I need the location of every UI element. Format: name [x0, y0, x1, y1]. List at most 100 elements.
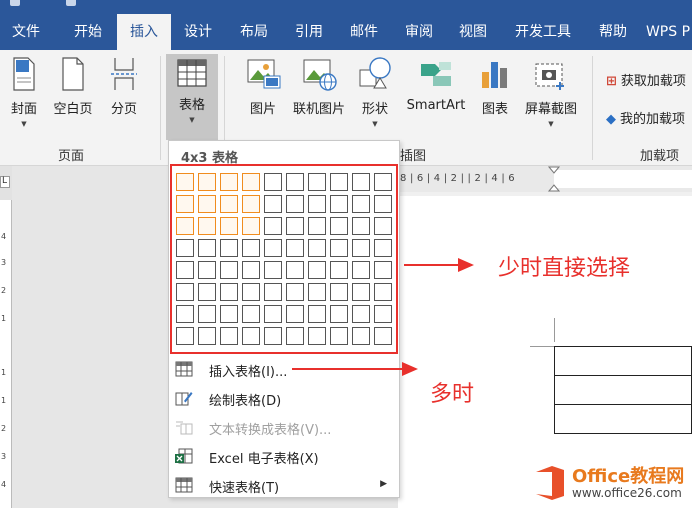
tab-review[interactable]: 审阅	[393, 14, 445, 50]
ribbon-tabs: 文件 开始 插入 设计 布局 引用 邮件 审阅 视图 开发工具 帮助 WPS P	[0, 14, 692, 50]
tab-layout[interactable]: 布局	[228, 14, 280, 50]
tab-help[interactable]: 帮助	[589, 14, 637, 50]
blank-page-icon	[62, 57, 84, 91]
online-picture-icon	[303, 59, 337, 91]
tab-selector[interactable]: L	[0, 176, 10, 188]
draw-table-label: 绘制表格(D)	[209, 394, 282, 409]
indent-marker-icon[interactable]	[548, 166, 560, 192]
chevron-down-icon: ▼	[548, 120, 554, 128]
table-cell[interactable]	[554, 346, 692, 376]
tab-design[interactable]: 设计	[172, 14, 224, 50]
annotation-arrow-head	[402, 362, 418, 376]
text-to-table-label: 文本转换成表格(V)...	[209, 423, 332, 438]
draw-table-item[interactable]: 绘制表格(D)	[169, 384, 399, 413]
addin-puzzle-icon: ◆	[606, 112, 616, 127]
picture-icon	[247, 59, 281, 89]
cover-button[interactable]: 封面 ▼	[2, 56, 46, 128]
get-addins-label: 获取加载项	[620, 74, 686, 89]
tab-insert[interactable]: 插入	[117, 14, 171, 50]
table-button[interactable]: 表格 ▼	[166, 54, 218, 140]
tab-mailings[interactable]: 邮件	[338, 14, 390, 50]
quick-tables-item[interactable]: 快速表格(T) ▶	[169, 471, 399, 500]
office-logo-icon	[536, 466, 564, 500]
watermark-url: www.office26.com	[572, 486, 682, 500]
tab-wps[interactable]: WPS P	[644, 14, 692, 50]
redo-icon[interactable]	[66, 0, 76, 6]
title-bar	[0, 0, 692, 14]
quick-tables-label: 快速表格(T)	[209, 481, 280, 496]
table-icon	[177, 59, 207, 87]
group-illustrations-label: 插图	[400, 149, 427, 164]
quick-access-icon[interactable]	[10, 0, 20, 6]
my-addins-button[interactable]: ◆ 我的加载项	[606, 108, 685, 127]
screenshot-icon	[535, 63, 564, 90]
text-to-table-item: 文本转换成表格(V)...	[169, 413, 399, 442]
document-table[interactable]	[554, 346, 692, 434]
tab-references[interactable]: 引用	[283, 14, 335, 50]
smartart-button[interactable]: SmartArt	[400, 56, 472, 113]
excel-sheet-label: Excel 电子表格(X)	[209, 452, 319, 467]
annotation-many: 多时	[430, 382, 475, 407]
grid-highlight-box	[170, 164, 398, 354]
chart-label: 图表	[481, 102, 508, 117]
table-icon	[175, 361, 193, 377]
table-cell[interactable]	[554, 375, 692, 405]
group-addins-label: 加载项	[640, 149, 680, 164]
ribbon-separator	[160, 56, 161, 160]
watermark: Office教程网 www.office26.com	[528, 458, 692, 508]
ribbon-separator	[592, 56, 593, 160]
excel-sheet-item[interactable]: Excel 电子表格(X)	[169, 442, 399, 471]
blank-page-button[interactable]: 空白页	[48, 56, 98, 117]
tab-view[interactable]: 视图	[447, 14, 499, 50]
annotation-arrow	[404, 264, 460, 266]
tab-home[interactable]: 开始	[60, 14, 116, 50]
annotation-arrow-head	[458, 258, 474, 272]
annotation-few: 少时直接选择	[498, 256, 631, 281]
chevron-right-icon: ▶	[380, 479, 387, 489]
shapes-icon	[359, 57, 391, 89]
excel-icon	[175, 448, 193, 464]
ruler-tick-label: 4	[1, 480, 7, 489]
word-window: 文件 开始 插入 设计 布局 引用 邮件 审阅 视图 开发工具 帮助 WPS P…	[0, 0, 692, 508]
ruler-tick-label: 2	[1, 424, 7, 433]
cover-icon	[13, 57, 35, 91]
tab-developer[interactable]: 开发工具	[504, 14, 582, 50]
watermark-name: Office教程网	[572, 466, 685, 487]
page-break-label: 分页	[110, 102, 137, 117]
ruler-text-area	[554, 170, 692, 188]
ruler-ticks: 8 | 6 | 4 | 2 | | 2 | 4 | 6	[400, 173, 515, 184]
pencil-table-icon	[175, 392, 193, 406]
chevron-down-icon: ▼	[189, 116, 195, 124]
screenshot-button[interactable]: 屏幕截图 ▼	[518, 56, 584, 128]
picture-button[interactable]: 图片	[240, 56, 286, 117]
group-pages-label: 页面	[58, 149, 85, 164]
shapes-button[interactable]: 形状 ▼	[354, 56, 396, 128]
table-label: 表格	[178, 98, 205, 113]
page-break-icon	[111, 58, 137, 90]
chevron-down-icon: ▼	[372, 120, 378, 128]
ruler-tick-label: 2	[1, 286, 7, 295]
shapes-label: 形状	[361, 102, 388, 117]
smartart-label: SmartArt	[406, 98, 466, 113]
my-addins-label: 我的加载项	[620, 112, 686, 127]
text-to-table-icon	[176, 421, 193, 435]
ruler-tick-label: 3	[1, 258, 7, 267]
horizontal-ruler: 8 | 6 | 4 | 2 | | 2 | 4 | 6	[398, 166, 692, 192]
ruler-tick-label: 1	[1, 396, 7, 405]
chevron-down-icon: ▼	[21, 120, 27, 128]
page-break-button[interactable]: 分页	[102, 56, 146, 117]
ruler-tick-label: 1	[1, 368, 7, 377]
picture-label: 图片	[249, 102, 276, 117]
ruler-tick-label: 4	[1, 232, 7, 241]
blank-page-label: 空白页	[53, 102, 93, 117]
quick-table-icon	[175, 477, 193, 493]
chart-button[interactable]: 图表	[474, 56, 516, 117]
table-cell[interactable]	[554, 404, 692, 434]
ruler-tick-label: 1	[1, 314, 7, 323]
get-addins-button[interactable]: ⊞ 获取加载项	[606, 70, 686, 89]
ruler-tick-label: 3	[1, 452, 7, 461]
insert-table-label: 插入表格(I)...	[209, 365, 288, 380]
tab-file[interactable]: 文件	[0, 14, 52, 50]
smartart-icon	[421, 62, 451, 86]
online-picture-button[interactable]: 联机图片	[288, 56, 350, 117]
